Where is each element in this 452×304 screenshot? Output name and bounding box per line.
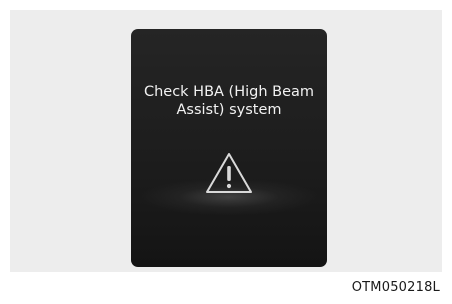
warning-message: Check HBA (High Beam Assist) system — [131, 83, 327, 119]
warning-triangle-icon — [206, 153, 252, 193]
warning-message-line-1: Check HBA (High Beam — [143, 84, 315, 100]
figure-code: OTM050218L — [351, 280, 440, 295]
warning-message-line-2: Assist) system — [176, 102, 282, 118]
cluster-display: Check HBA (High Beam Assist) system — [131, 29, 327, 267]
